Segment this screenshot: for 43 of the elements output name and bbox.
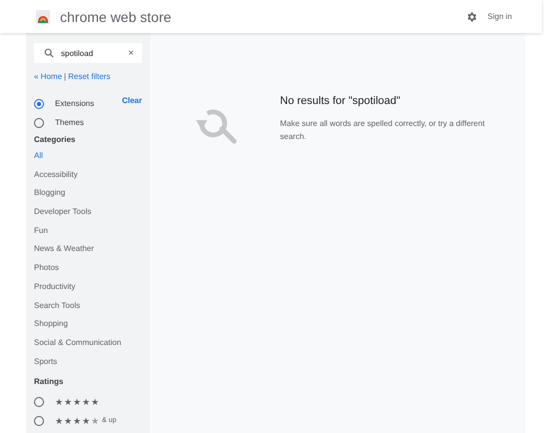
type-option[interactable]: Themes [55, 118, 84, 127]
radio-button[interactable] [34, 98, 44, 108]
radio-button[interactable] [34, 118, 44, 128]
no-results-message: Make sure all words are spelled correctly, or try a different search. [280, 118, 486, 143]
no-results-heading: No results for "spotiload" [280, 95, 402, 107]
reset-filters-link[interactable]: Reset filters [68, 72, 110, 81]
category-link[interactable]: All [34, 150, 142, 169]
category-link[interactable]: Photos [34, 262, 142, 281]
ratings-heading: Ratings [34, 377, 64, 386]
star-icon: ★ [55, 416, 63, 426]
category-link[interactable]: Accessibility [34, 168, 142, 188]
category-link[interactable]: Productivity [34, 280, 142, 300]
category-link[interactable]: Developer Tools [34, 206, 142, 225]
category-link[interactable]: Blogging [34, 187, 142, 206]
sign-in-link[interactable]: Sign in [488, 12, 512, 21]
star-icon: ★ [55, 396, 63, 407]
star-icon: ★ [64, 396, 72, 407]
home-link[interactable]: « Home [34, 72, 62, 81]
categories-heading: Categories [34, 135, 76, 144]
star-icon: ★ [64, 416, 72, 426]
category-link[interactable]: Fun [34, 224, 142, 244]
radio-button[interactable] [34, 416, 44, 426]
category-link[interactable]: News & Weather [34, 243, 142, 262]
star-icon: ★ [82, 396, 90, 407]
link-separator: | [64, 72, 66, 81]
star-icon: ★ [91, 396, 99, 407]
clear-link[interactable]: Clear [122, 96, 142, 132]
star-icon: ★ [82, 416, 90, 426]
star-icon: ★ [91, 416, 99, 426]
star-icon: ★ [73, 416, 81, 426]
search-field[interactable]: spotiload × [34, 43, 142, 63]
category-link[interactable]: Sports [34, 356, 142, 374]
star-icon: ★ [73, 396, 81, 407]
category-link[interactable]: Search Tools [34, 300, 142, 318]
store-logo-icon[interactable] [35, 8, 51, 24]
radio-button[interactable] [34, 396, 44, 407]
category-link[interactable]: Social & Communication [34, 336, 142, 356]
search-icon [44, 48, 54, 58]
store-title: chrome web store [60, 8, 172, 24]
settings-icon[interactable] [466, 10, 478, 22]
clear-search-button[interactable]: × [128, 48, 134, 58]
category-link[interactable]: Shopping [34, 318, 142, 337]
type-option[interactable]: Extensions [55, 99, 94, 108]
